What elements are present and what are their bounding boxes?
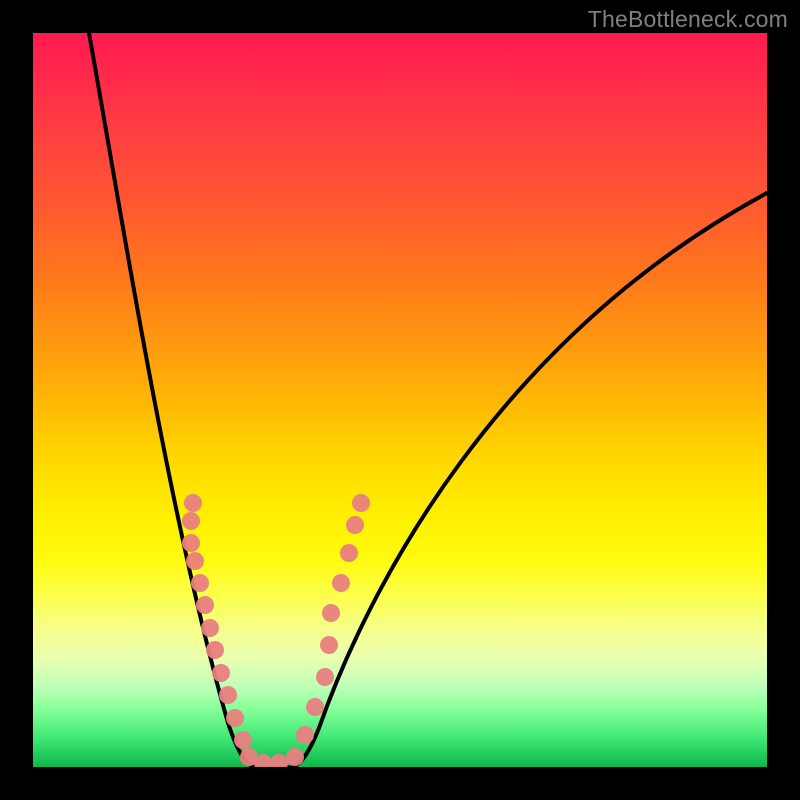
plot-area	[33, 33, 767, 767]
data-point	[332, 574, 350, 592]
data-point	[234, 731, 252, 749]
data-point	[340, 544, 358, 562]
data-point	[306, 698, 324, 716]
data-point	[320, 636, 338, 654]
data-point	[196, 596, 214, 614]
data-point	[226, 709, 244, 727]
data-point	[184, 494, 202, 512]
data-point	[322, 604, 340, 622]
data-point	[352, 494, 370, 512]
data-point	[286, 748, 304, 766]
data-point	[186, 552, 204, 570]
data-point	[201, 619, 219, 637]
data-point	[212, 664, 230, 682]
data-point	[296, 726, 314, 744]
data-point	[316, 668, 334, 686]
data-point	[182, 534, 200, 552]
data-point	[219, 686, 237, 704]
data-point	[346, 516, 364, 534]
data-point	[206, 641, 224, 659]
gradient-background	[33, 33, 767, 767]
watermark-text: TheBottleneck.com	[588, 6, 788, 33]
data-point	[191, 574, 209, 592]
data-point	[182, 512, 200, 530]
chart-frame: TheBottleneck.com	[0, 0, 800, 800]
